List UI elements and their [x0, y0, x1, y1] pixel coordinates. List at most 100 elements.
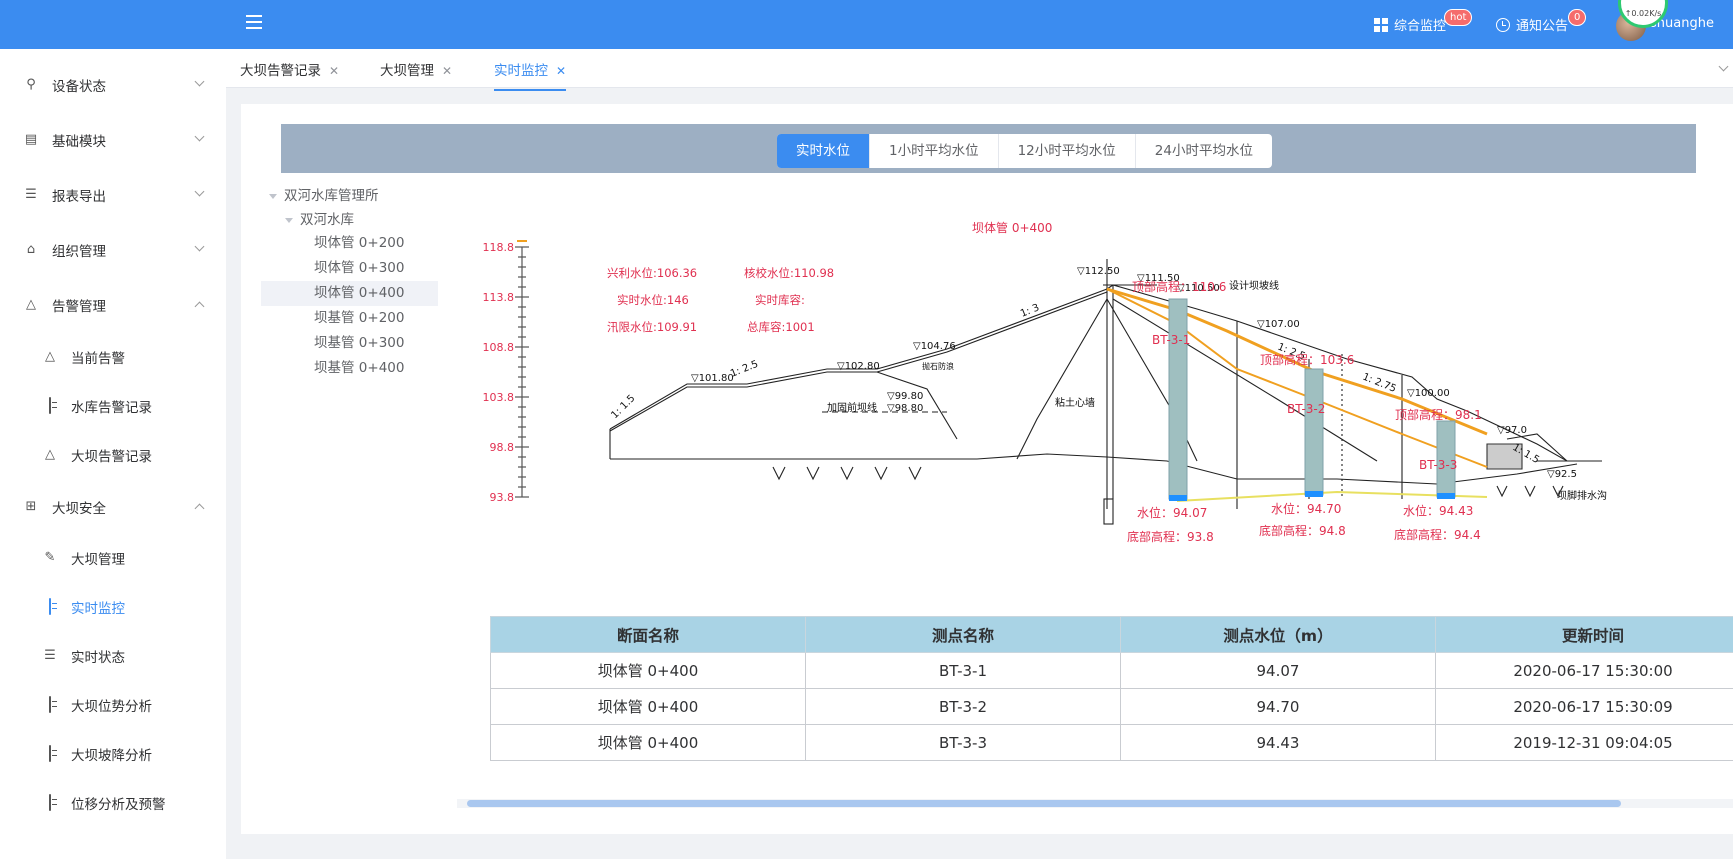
sidebar-item-realtime-status[interactable]: ☰ 实时状态: [0, 634, 226, 678]
sidebar-item-label: 当前告警: [71, 351, 125, 367]
tab-label: 大坝告警记录: [240, 63, 321, 79]
elevation-scale: [515, 240, 529, 498]
table-row[interactable]: 坝体管 0+400 BT-3-3 94.43 2019-12-31 09:04:…: [490, 724, 1733, 761]
chevron-down-icon: [194, 76, 205, 87]
sidebar-item-basic-module[interactable]: ▤ 基础模块: [0, 118, 226, 162]
module-icon: ▤: [24, 132, 38, 147]
sidebar-item-displacement-analysis[interactable]: 位移分析及预警: [0, 781, 226, 825]
net-speed: ↑0.02K/s: [1624, 9, 1662, 18]
cell-point: BT-3-1: [805, 652, 1121, 689]
cell-update-time: 2020-06-17 15:30:00: [1435, 652, 1733, 689]
tab-12h-avg-water[interactable]: 12小时平均水位: [999, 134, 1136, 168]
sidebar-item-label: 设备状态: [52, 79, 106, 95]
scale-tick-label: 118.8: [483, 241, 515, 254]
horizontal-scrollbar[interactable]: [457, 799, 1733, 808]
pipe-bt-3-2[interactable]: [1304, 368, 1324, 497]
col-header-section: 断面名称: [490, 616, 806, 653]
tree-leaf[interactable]: 坝体管 0+200: [261, 231, 438, 256]
monitor-table: 断面名称 测点名称 测点水位（m） 更新时间 坝体管 0+400 BT-3-1 …: [490, 616, 1733, 761]
tab-1h-avg-water[interactable]: 1小时平均水位: [870, 134, 999, 168]
pipe-name-label: BT-3-1: [1152, 333, 1190, 347]
tab-dam-alarm-record[interactable]: 大坝告警记录 ✕: [240, 59, 339, 79]
content-card: 实时水位 1小时平均水位 12小时平均水位 24小时平均水位 双河水库管理所 双…: [241, 104, 1733, 834]
slope-label: 1: 3: [1019, 302, 1041, 319]
sidebar-item-label: 水库告警记录: [71, 400, 152, 416]
cell-update-time: 2019-12-31 09:04:05: [1435, 724, 1733, 761]
berm-label: 抛石防浪: [922, 361, 954, 371]
info-realtime-level: 实时水位:146: [617, 293, 689, 307]
tree-leaf[interactable]: 坝基管 0+300: [261, 331, 438, 356]
sidebar-item-gradient-analysis[interactable]: 大坝坡降分析: [0, 732, 226, 776]
cell-section: 坝体管 0+400: [490, 688, 806, 725]
info-xunxian: 汛限水位:109.91: [607, 320, 697, 334]
pipe-bt-3-1[interactable]: [1168, 298, 1188, 501]
tree-label: 双河水库管理所: [284, 188, 379, 204]
monitor-link[interactable]: 综合监控 hot: [1374, 9, 1473, 34]
water-level-toolbar: 实时水位 1小时平均水位 12小时平均水位 24小时平均水位: [281, 124, 1696, 173]
list-icon: ☰: [25, 187, 37, 202]
chevron-up-icon: [194, 301, 205, 312]
col-header-water-level: 测点水位（m）: [1120, 616, 1436, 653]
sidebar-item-potential-analysis[interactable]: 大坝位势分析: [0, 683, 226, 727]
tree-leaf-selected[interactable]: 坝体管 0+400: [261, 281, 438, 306]
pipe-water-label: 水位：94.43: [1403, 503, 1473, 518]
sidebar: ⚲ 设备状态 ▤ 基础模块 ☰ 报表导出 ⌂ 组织管理 △ 告警管理 △ 当前告…: [0, 49, 226, 859]
scale-tick-label: 93.8: [490, 491, 515, 504]
tabs-bar: 大坝告警记录 ✕ 大坝管理 ✕ 实时监控 ✕: [226, 49, 1733, 91]
close-icon[interactable]: ✕: [556, 64, 566, 78]
hamburger-icon[interactable]: [246, 15, 262, 29]
sidebar-item-dam-management[interactable]: ✎ 大坝管理: [0, 536, 226, 580]
notice-link[interactable]: 通知公告 0: [1496, 9, 1587, 34]
sidebar-item-label: 基础模块: [52, 134, 106, 150]
chevron-down-icon[interactable]: [1718, 61, 1729, 72]
tree-label: 双河水库: [300, 212, 354, 228]
diagram-title: 坝体管 0+400: [972, 220, 1052, 235]
pipe-bottom-label: 底部高程：93.8: [1127, 529, 1214, 544]
cell-water-level: 94.43: [1120, 724, 1436, 761]
doc-icon: [43, 397, 57, 414]
tab-realtime-monitor[interactable]: 实时监控 ✕: [494, 59, 567, 91]
scale-tick-label: 113.8: [483, 291, 515, 304]
scale-tick-label: 108.8: [483, 341, 515, 354]
sidebar-item-dam-alarm-record[interactable]: △ 大坝告警记录: [0, 433, 226, 477]
table-row[interactable]: 坝体管 0+400 BT-3-2 94.70 2020-06-17 15:30:…: [490, 688, 1733, 725]
design-slope-label: 设计坝坡线: [1229, 279, 1279, 292]
sidebar-item-reservoir-alarm-record[interactable]: 水库告警记录: [0, 384, 226, 428]
tree-node-reservoir[interactable]: 双河水库: [285, 208, 354, 233]
table-row[interactable]: 坝体管 0+400 BT-3-1 94.07 2020-06-17 15:30:…: [490, 652, 1733, 689]
elevation-mark: ▽92.5: [1547, 469, 1577, 480]
elevation-mark: ▽98.80: [887, 403, 923, 414]
close-icon[interactable]: ✕: [442, 64, 452, 78]
cell-section: 坝体管 0+400: [490, 724, 806, 761]
sidebar-item-device-status[interactable]: ⚲ 设备状态: [0, 63, 226, 107]
sidebar-item-label: 实时状态: [71, 650, 125, 666]
sidebar-item-org-management[interactable]: ⌂ 组织管理: [0, 228, 226, 272]
tree-leaf[interactable]: 坝基管 0+400: [261, 356, 438, 381]
bell-icon: △: [45, 349, 55, 364]
tree-node-root[interactable]: 双河水库管理所: [269, 184, 379, 209]
close-icon[interactable]: ✕: [329, 64, 339, 78]
chevron-down-icon: [194, 131, 205, 142]
top-header: 综合监控 hot 通知公告 0 shuanghe ↑0.02K/s: [0, 0, 1733, 49]
info-xingli: 兴利水位:106.36: [607, 266, 697, 280]
sidebar-item-report-export[interactable]: ☰ 报表导出: [0, 173, 226, 217]
tab-24h-avg-water[interactable]: 24小时平均水位: [1136, 134, 1272, 168]
list-icon: ☰: [44, 648, 56, 663]
tree-leaf[interactable]: 坝体管 0+300: [261, 256, 438, 281]
tab-dam-management[interactable]: 大坝管理 ✕: [380, 59, 452, 79]
col-header-update-time: 更新时间: [1435, 616, 1733, 653]
sidebar-item-label: 报表导出: [52, 189, 106, 205]
grid-icon: ⊞: [25, 499, 37, 514]
sidebar-item-current-alarm[interactable]: △ 当前告警: [0, 335, 226, 379]
sidebar-item-alarm-management[interactable]: △ 告警管理: [0, 283, 226, 327]
pipe-top-label: 顶部高程：103.6: [1260, 352, 1354, 367]
sidebar-item-dam-safety[interactable]: ⊞ 大坝安全: [0, 485, 226, 529]
tab-realtime-water[interactable]: 实时水位: [777, 134, 870, 168]
dam-cross-section: 118.8 113.8 108.8 103.8 98.8 93.8 坝体管 0+…: [483, 220, 1608, 544]
sidebar-item-label: 大坝位势分析: [71, 699, 152, 715]
tree-leaf[interactable]: 坝基管 0+200: [261, 306, 438, 331]
sidebar-item-realtime-monitor[interactable]: 实时监控: [0, 585, 226, 629]
bell-icon: △: [26, 297, 36, 312]
scrollbar-thumb[interactable]: [467, 800, 1621, 807]
dashboard-icon: [1374, 17, 1388, 32]
